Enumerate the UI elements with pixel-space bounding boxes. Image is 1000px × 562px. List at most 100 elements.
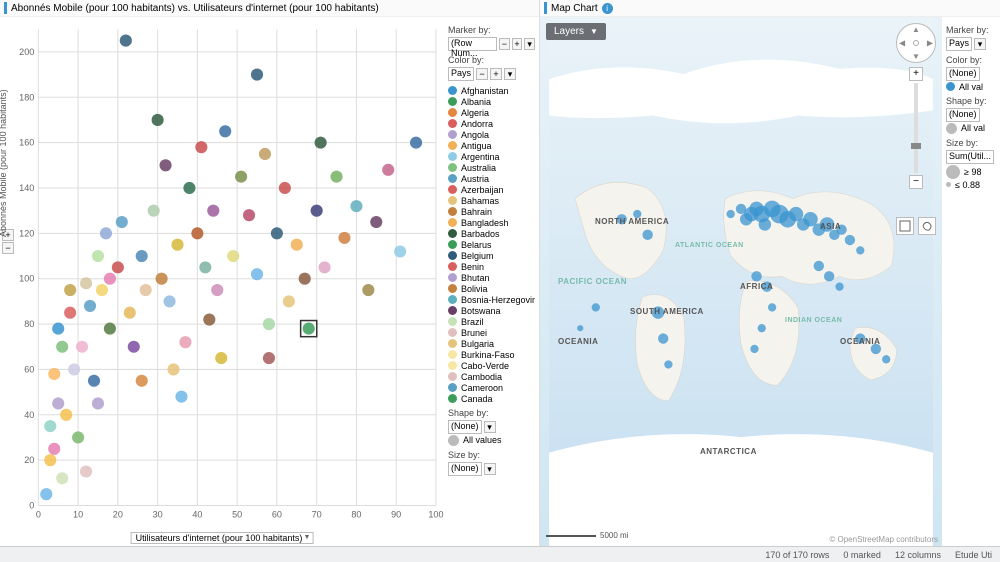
map-area[interactable]: Layers ▼ <box>540 17 942 546</box>
scatter-title-bar: Abonnés Mobile (pour 100 habitants) vs. … <box>0 0 539 17</box>
shape-by-chevron[interactable]: ▾ <box>484 421 496 433</box>
legend-item[interactable]: Burkina-Faso <box>448 349 535 360</box>
legend-item[interactable]: Bulgaria <box>448 338 535 349</box>
svg-text:120: 120 <box>19 228 34 238</box>
zoom-in-button[interactable]: + <box>909 67 923 81</box>
color-by-label: Color by: <box>448 55 535 65</box>
pan-east-icon[interactable]: ▶ <box>927 39 933 48</box>
color-swatch-icon <box>448 174 457 183</box>
lasso-select-tool[interactable] <box>918 217 936 235</box>
legend-item[interactable]: Argentina <box>448 151 535 162</box>
color-swatch-icon <box>448 361 457 370</box>
zoom-out-button[interactable]: − <box>909 175 923 189</box>
color-swatch-icon <box>448 141 457 150</box>
legend-item[interactable]: Afghanistan <box>448 85 535 96</box>
legend-item[interactable]: Australia <box>448 162 535 173</box>
color-by-plus-button[interactable]: + <box>490 68 502 80</box>
pan-north-icon[interactable]: ▲ <box>912 25 920 34</box>
size-by-chevron[interactable]: ▾ <box>484 463 496 475</box>
color-swatch-icon <box>448 196 457 205</box>
legend-item[interactable]: Cabo-Verde <box>448 360 535 371</box>
map-legend-panel: Marker by: Pays▾ Color by: (None) All va… <box>942 17 1000 546</box>
circle-icon <box>946 82 955 91</box>
svg-text:0: 0 <box>29 501 34 511</box>
pan-wheel[interactable]: ▲ ▼ ◀ ▶ <box>896 23 936 63</box>
legend-item[interactable]: Bhutan <box>448 272 535 283</box>
legend-item[interactable]: Bahrain <box>448 206 535 217</box>
shape-by-select[interactable]: (None) <box>448 420 482 434</box>
x-axis-selector[interactable]: Utilisateurs d'internet (pour 100 habita… <box>131 532 314 544</box>
color-swatch-icon <box>448 339 457 348</box>
map-color-by-select[interactable]: (None) <box>946 67 980 81</box>
shape-all-values: All values <box>463 435 502 445</box>
layers-button[interactable]: Layers ▼ <box>546 23 606 40</box>
color-swatch-icon <box>448 251 457 260</box>
legend-item[interactable]: Cambodia <box>448 371 535 382</box>
color-swatch-icon <box>448 86 457 95</box>
legend-item[interactable]: Andorra <box>448 118 535 129</box>
pan-west-icon[interactable]: ◀ <box>899 39 905 48</box>
legend-item[interactable]: Brazil <box>448 316 535 327</box>
legend-item[interactable]: Austria <box>448 173 535 184</box>
legend-item[interactable]: Cameroon <box>448 382 535 393</box>
scatter-svg[interactable]: 0102030405060708090100020406080100120140… <box>0 17 444 546</box>
svg-text:20: 20 <box>24 455 34 465</box>
map-size-by-select[interactable]: Sum(Util... <box>946 150 994 164</box>
legend-item[interactable]: Bahamas <box>448 195 535 206</box>
color-swatch-icon <box>448 240 457 249</box>
marker-by-plus-button[interactable]: + <box>512 38 523 50</box>
legend-item[interactable]: Brunei <box>448 327 535 338</box>
color-swatch-icon <box>448 317 457 326</box>
legend-item[interactable]: Azerbaijan <box>448 184 535 195</box>
marker-by-select[interactable]: (Row Num... <box>448 37 497 51</box>
color-swatch-icon <box>448 185 457 194</box>
legend-item[interactable]: Algeria <box>448 107 535 118</box>
zoom-slider[interactable]: + − <box>909 67 923 189</box>
legend-item[interactable]: Barbados <box>448 228 535 239</box>
marker-by-minus-button[interactable]: − <box>499 38 510 50</box>
color-by-chevron[interactable]: ▾ <box>504 68 516 80</box>
marker-by-chevron[interactable]: ▾ <box>524 38 535 50</box>
legend-item[interactable]: Bangladesh <box>448 217 535 228</box>
pan-south-icon[interactable]: ▼ <box>912 52 920 61</box>
svg-text:40: 40 <box>24 410 34 420</box>
pan-center-icon[interactable] <box>913 40 919 46</box>
color-swatch-icon <box>448 97 457 106</box>
color-swatch-icon <box>448 350 457 359</box>
y-axis-label: Abonnés Mobile (pour 100 habitants) <box>0 89 8 237</box>
svg-text:100: 100 <box>19 274 34 284</box>
legend-item[interactable]: Antigua <box>448 140 535 151</box>
y-step-down-button[interactable]: − <box>2 242 14 254</box>
legend-item[interactable]: Bosnia-Herzegovina <box>448 294 535 305</box>
svg-text:70: 70 <box>312 510 322 520</box>
legend-item[interactable]: Belgium <box>448 250 535 261</box>
color-legend-list: AfghanistanAlbaniaAlgeriaAndorraAngolaAn… <box>448 85 535 404</box>
map-shape-by-select[interactable]: (None) <box>946 108 980 122</box>
scatter-chart-area[interactable]: + − Abonnés Mobile (pour 100 habitants) … <box>0 17 444 546</box>
svg-text:0: 0 <box>36 510 41 520</box>
zoom-thumb[interactable] <box>911 143 921 149</box>
scatter-legend-panel: Marker by: (Row Num... − + ▾ Color by: P… <box>444 17 539 546</box>
legend-item[interactable]: Benin <box>448 261 535 272</box>
color-swatch-icon <box>448 306 457 315</box>
legend-item[interactable]: Belarus <box>448 239 535 250</box>
legend-item[interactable]: Albania <box>448 96 535 107</box>
map-scale: 5000 mi <box>546 531 628 540</box>
map-marker-by-select[interactable]: Pays <box>946 37 972 51</box>
svg-text:50: 50 <box>232 510 242 520</box>
info-icon[interactable]: i <box>602 3 613 14</box>
color-by-select[interactable]: Pays <box>448 67 474 81</box>
map-attribution: © OpenStreetMap contributors <box>829 535 938 544</box>
status-rows: 170 of 170 rows <box>765 550 829 560</box>
legend-item[interactable]: Canada <box>448 393 535 404</box>
legend-item[interactable]: Bolivia <box>448 283 535 294</box>
size-by-select[interactable]: (None) <box>448 462 482 476</box>
legend-item[interactable]: Angola <box>448 129 535 140</box>
map-panel: Map Chart i Layers ▼ <box>540 0 1000 546</box>
rect-select-tool[interactable] <box>896 217 914 235</box>
color-swatch-icon <box>448 262 457 271</box>
map-title: Map Chart <box>551 3 598 14</box>
color-swatch-icon <box>448 328 457 337</box>
color-by-minus-button[interactable]: − <box>476 68 488 80</box>
legend-item[interactable]: Botswana <box>448 305 535 316</box>
